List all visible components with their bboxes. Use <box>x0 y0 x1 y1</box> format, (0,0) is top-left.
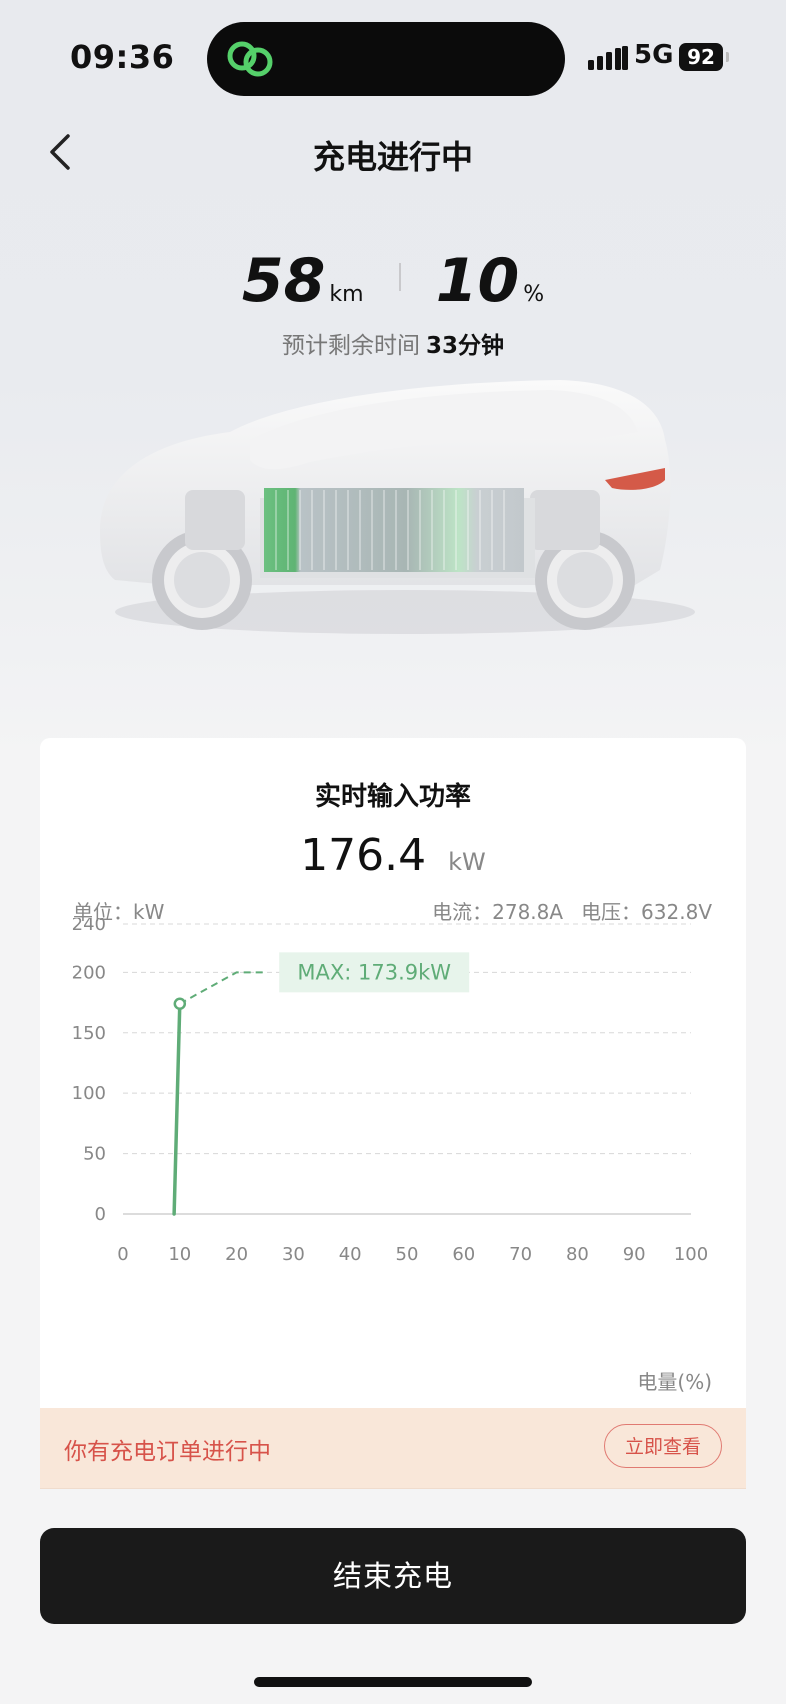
remaining-value: 33分钟 <box>425 333 504 359</box>
y-tick-label: 50 <box>83 1144 106 1165</box>
power-card-title: 实时输入功率 <box>314 782 471 812</box>
max-label: MAX: 173.9kW <box>297 960 451 984</box>
max-guide-line <box>179 971 265 1005</box>
y-tick-label: 240 <box>72 918 106 935</box>
soc-unit: % <box>523 282 545 307</box>
signal-icon <box>588 46 628 70</box>
summary-divider <box>398 263 401 291</box>
app-link-icon <box>227 41 273 77</box>
view-order-button[interactable]: 立即查看 <box>604 1424 722 1468</box>
end-charging-button[interactable]: 结束充电 <box>40 1528 746 1624</box>
order-banner: 你有充电订单进行中 立即查看 <box>40 1408 746 1489</box>
y-tick-label: 150 <box>72 1023 106 1044</box>
x-tick-label: 0 <box>117 1244 128 1265</box>
power-series-line <box>172 1002 182 1216</box>
power-current-point <box>173 997 187 1010</box>
home-indicator <box>254 1677 532 1687</box>
order-status-text: 你有充电订单进行中 <box>64 1439 271 1465</box>
realtime-power: 176.4 kW <box>40 830 746 881</box>
x-tick-label: 40 <box>339 1244 362 1265</box>
x-tick-label: 10 <box>168 1244 191 1265</box>
x-tick-label: 30 <box>282 1244 305 1265</box>
status-bar: 09:36 5G 92 <box>0 0 786 110</box>
remaining-label: 预计剩余时间 <box>281 333 420 359</box>
y-tick-label: 0 <box>95 1204 106 1225</box>
network-type: 5G <box>634 40 674 70</box>
x-tick-label: 60 <box>452 1244 475 1265</box>
status-time: 09:36 <box>70 38 175 76</box>
y-tick-label: 100 <box>72 1083 106 1104</box>
x-tick-label: 20 <box>225 1244 248 1265</box>
x-tick-label: 90 <box>623 1244 646 1265</box>
x-tick-label: 50 <box>396 1244 419 1265</box>
y-tick-label: 200 <box>72 962 106 983</box>
remaining-time: 预计剩余时间 33分钟 <box>0 326 786 360</box>
x-axis-label: 电量(%) <box>637 1370 712 1394</box>
car-battery-illustration <box>100 380 695 634</box>
dynamic-island <box>207 22 565 96</box>
power-chart: 0 50 100 150 200 240 0 10 20 30 40 50 60 70 80 90 100 MAX… <box>72 918 709 1265</box>
power-value: 176.4 <box>300 830 427 881</box>
x-tick-label: 80 <box>566 1244 589 1265</box>
range-value: 58 <box>241 246 326 316</box>
soc-value: 10 <box>435 246 520 316</box>
power-card: 实时输入功率 176.4 kW 单位：kW 电流：278.8A 电压：632.8V … <box>40 738 746 1408</box>
range-unit: km <box>329 282 364 307</box>
page-title: 充电进行中 <box>312 138 473 176</box>
x-tick-label: 100 <box>674 1244 708 1265</box>
battery-level: 92 <box>679 43 723 71</box>
power-unit: kW <box>448 848 486 876</box>
charge-summary: 58 km 10% <box>0 246 786 316</box>
battery-tip <box>726 52 729 62</box>
x-tick-label: 70 <box>509 1244 532 1265</box>
